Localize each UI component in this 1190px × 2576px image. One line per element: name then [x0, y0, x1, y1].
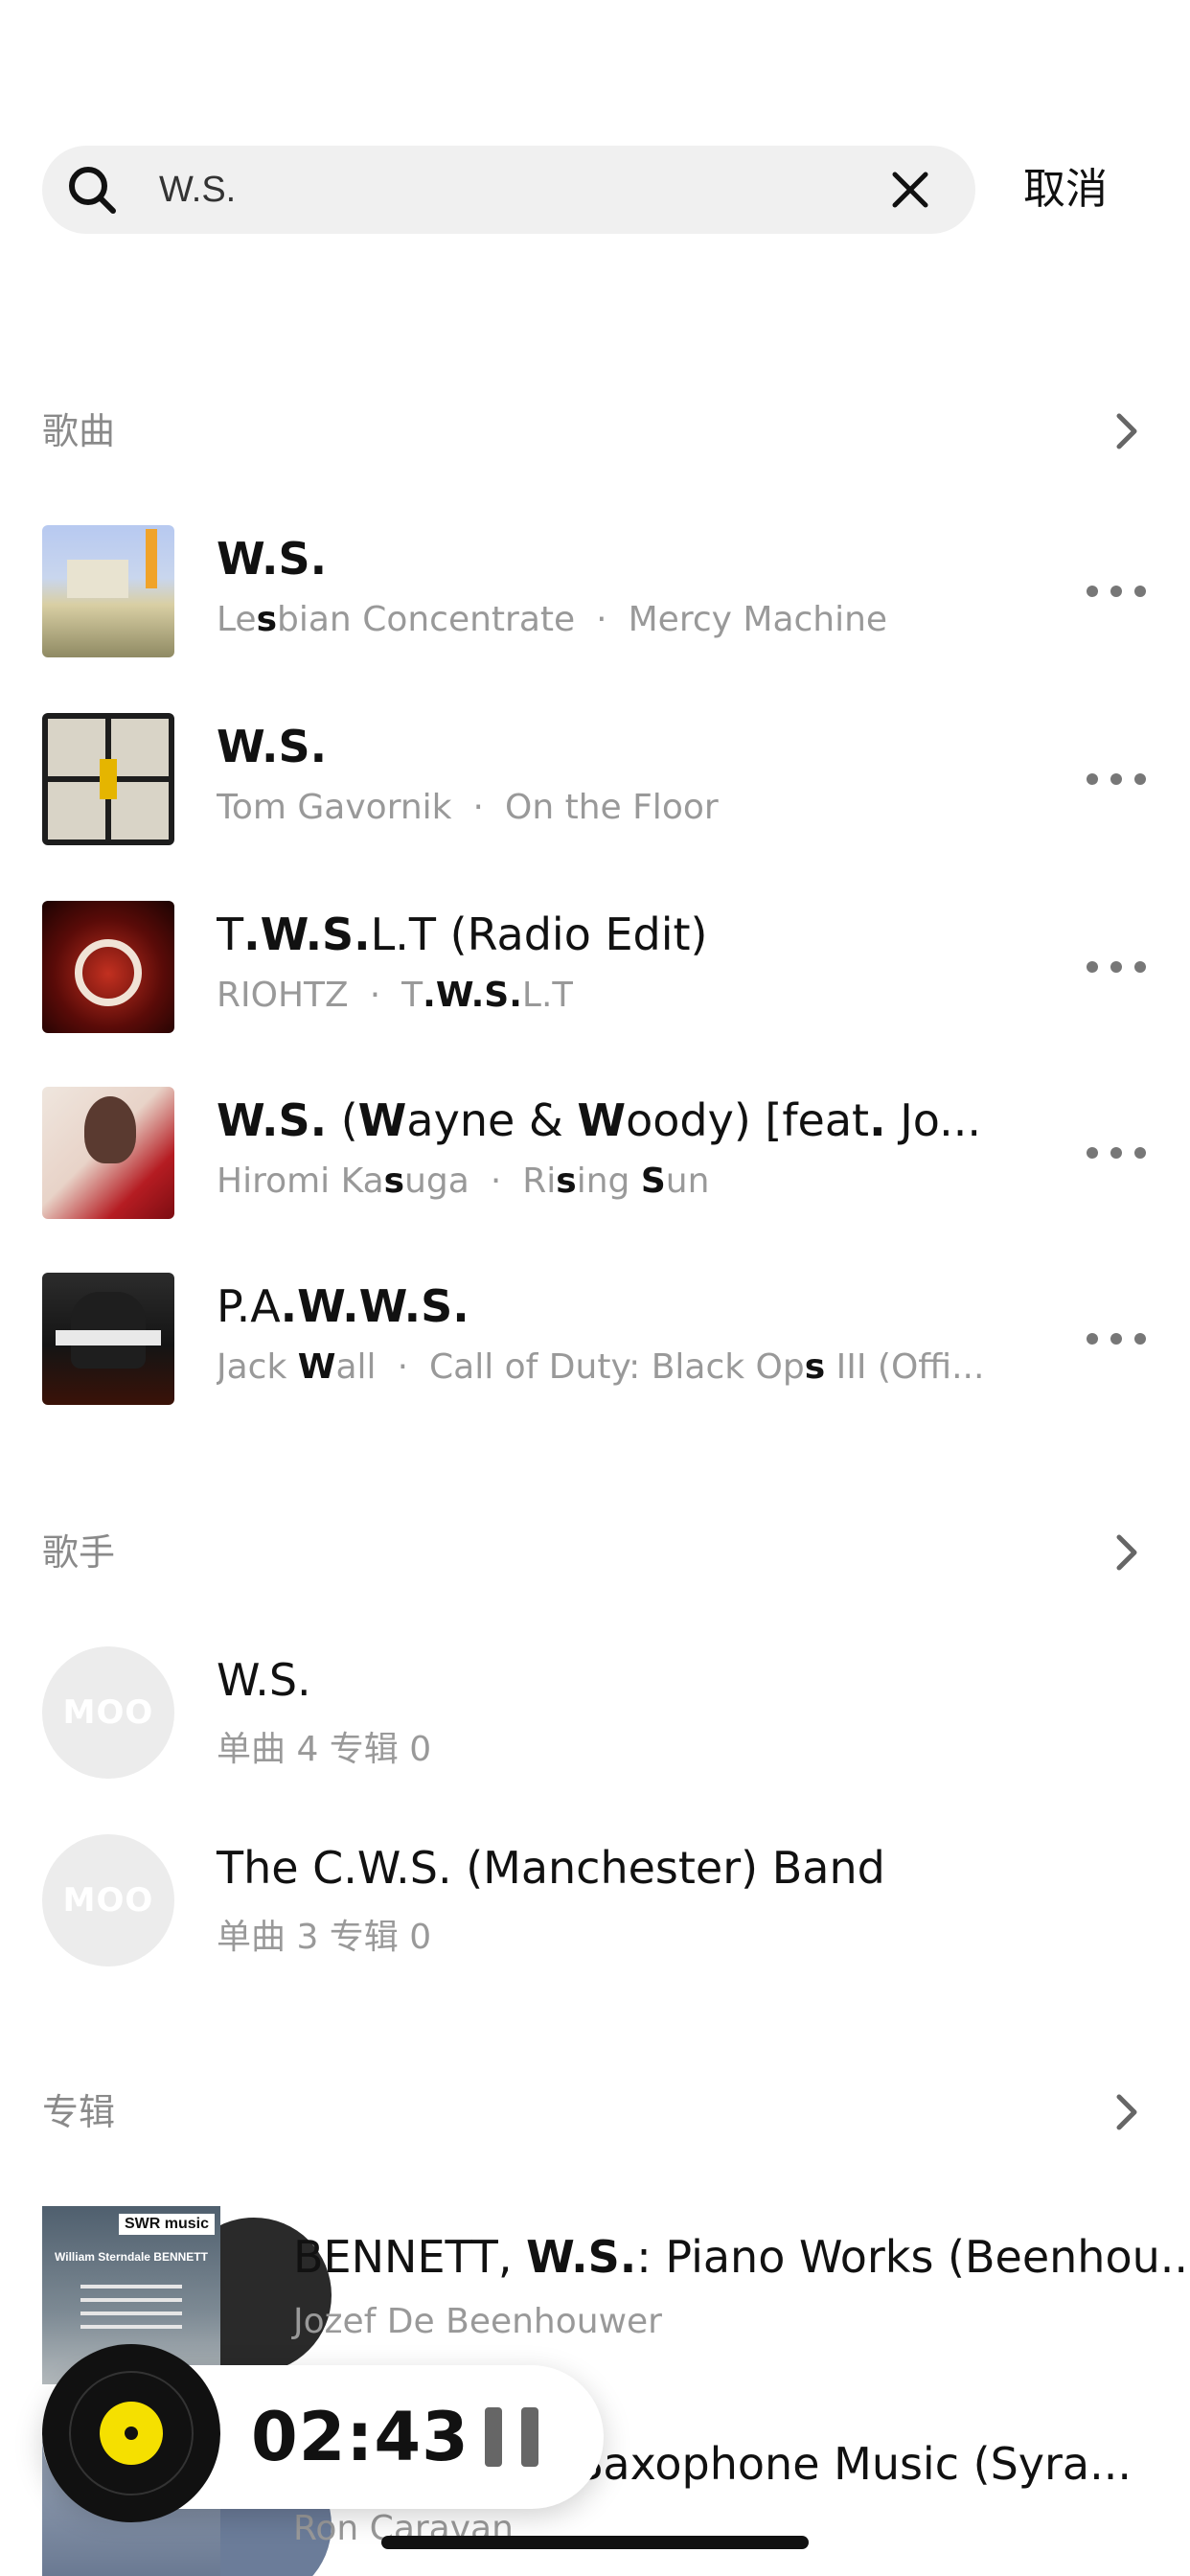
- song-title: P.A.W.W.S.: [217, 1280, 469, 1332]
- album-cover-label: SWR music: [118, 2214, 215, 2235]
- song-album: Mercy Machine: [628, 600, 888, 639]
- more-options-icon[interactable]: [1085, 577, 1148, 606]
- chevron-right-icon[interactable]: [1106, 1531, 1148, 1574]
- pause-icon: [521, 2407, 538, 2467]
- song-title: W.S. (Wayne & Woody) [feat. Jo...: [217, 1094, 981, 1146]
- search-bar[interactable]: [42, 146, 975, 234]
- albums-section-header[interactable]: 专辑: [42, 2083, 1148, 2141]
- chevron-right-icon[interactable]: [1106, 2091, 1148, 2133]
- artist-row[interactable]: MOO The C.W.S. (Manchester) Band 单曲 3 专辑…: [42, 1834, 1148, 1968]
- artist-name: W.S.: [217, 1654, 311, 1706]
- albums-section-title: 专辑: [42, 2091, 116, 2133]
- artist-meta: 单曲 3 专辑 0: [217, 1918, 432, 1957]
- album-cover-caption: William Sterndale BENNETT: [55, 2250, 208, 2264]
- song-album: T.W.S.L.T: [401, 976, 574, 1015]
- song-artist: Jack Wall: [217, 1347, 377, 1387]
- song-artist: RIOHTZ: [217, 976, 349, 1015]
- song-artist: Hiromi Kasuga: [217, 1162, 469, 1201]
- song-row[interactable]: W.S. (Wayne & Woody) [feat. Jo... Hiromi…: [42, 1087, 1148, 1221]
- song-subtitle: RIOHTZ · T.W.S.L.T: [217, 976, 574, 1015]
- song-title: T.W.S.L.T (Radio Edit): [217, 908, 708, 960]
- song-album: On the Floor: [504, 788, 719, 827]
- songs-section-title: 歌曲: [42, 410, 116, 452]
- song-artist: Tom Gavornik: [217, 788, 452, 827]
- artist-meta: 单曲 4 专辑 0: [217, 1730, 432, 1769]
- artists-section-title: 歌手: [42, 1531, 116, 1574]
- album-thumbnail: [42, 1273, 174, 1405]
- song-album: Call of Duty: Black Ops III (Offi...: [429, 1347, 985, 1387]
- more-options-icon[interactable]: [1085, 765, 1148, 794]
- album-artist: Jozef De Beenhouwer: [293, 2302, 662, 2341]
- mini-player[interactable]: 02:43: [42, 2344, 604, 2522]
- clear-icon[interactable]: [887, 167, 933, 213]
- home-indicator[interactable]: [381, 2536, 809, 2549]
- more-options-icon[interactable]: [1085, 953, 1148, 981]
- song-subtitle: Tom Gavornik · On the Floor: [217, 788, 719, 827]
- search-icon: [69, 167, 116, 214]
- song-row[interactable]: W.S. Lesbian Concentrate · Mercy Machine: [42, 525, 1148, 659]
- search-input[interactable]: [159, 146, 830, 234]
- playback-time: 02:43: [251, 2398, 469, 2476]
- more-options-icon[interactable]: [1085, 1138, 1148, 1167]
- song-row[interactable]: W.S. Tom Gavornik · On the Floor: [42, 713, 1148, 847]
- song-subtitle: Lesbian Concentrate · Mercy Machine: [217, 600, 888, 639]
- album-row[interactable]: SWR music William Sterndale BENNETT BENN…: [42, 2206, 1190, 2384]
- artist-avatar: MOO: [42, 1834, 174, 1966]
- album-thumbnail: [42, 525, 174, 657]
- avatar-placeholder-text: MOO: [62, 1881, 154, 1920]
- vinyl-disc-icon[interactable]: [42, 2344, 220, 2522]
- song-subtitle: Jack Wall · Call of Duty: Black Ops III (O…: [217, 1347, 985, 1387]
- artist-avatar: MOO: [42, 1646, 174, 1779]
- more-options-icon[interactable]: [1085, 1324, 1148, 1353]
- album-title: BENNETT, W.S.: Piano Works (Beenhou...: [293, 2231, 1190, 2283]
- cancel-button[interactable]: 取消: [1023, 159, 1108, 220]
- album-thumbnail: [42, 1087, 174, 1219]
- artist-row[interactable]: MOO W.S. 单曲 4 专辑 0: [42, 1646, 1148, 1781]
- chevron-right-icon[interactable]: [1106, 410, 1148, 452]
- pause-button[interactable]: [485, 2407, 542, 2467]
- song-title: W.S.: [217, 533, 328, 585]
- songs-section-header[interactable]: 歌曲: [42, 402, 1148, 460]
- song-row[interactable]: T.W.S.L.T (Radio Edit) RIOHTZ · T.W.S.L.T: [42, 901, 1148, 1035]
- song-album: Rising Sun: [522, 1162, 710, 1201]
- artists-section-header[interactable]: 歌手: [42, 1524, 1148, 1581]
- avatar-placeholder-text: MOO: [62, 1693, 154, 1732]
- song-artist: Lesbian Concentrate: [217, 600, 576, 639]
- song-title: W.S.: [217, 721, 328, 772]
- pause-icon: [485, 2407, 502, 2467]
- song-row[interactable]: P.A.W.W.S. Jack Wall · Call of Duty: Black…: [42, 1273, 1148, 1407]
- album-thumbnail: [42, 901, 174, 1033]
- artist-name: The C.W.S. (Manchester) Band: [217, 1842, 885, 1894]
- album-thumbnail: [42, 713, 174, 845]
- song-subtitle: Hiromi Kasuga · Rising Sun: [217, 1162, 710, 1201]
